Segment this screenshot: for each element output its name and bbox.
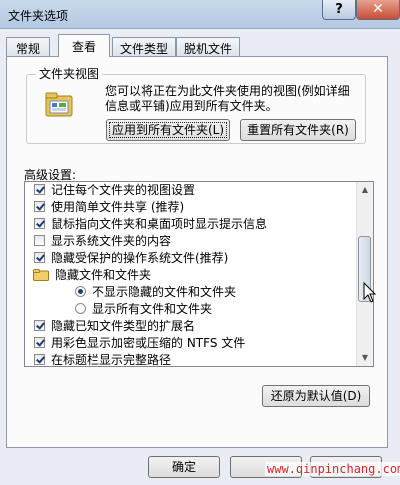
tab-offline-files[interactable]: 脱机文件: [176, 37, 240, 56]
watermark-text: www.qinpinchang.com: [265, 462, 400, 476]
setting-show-system-folder-contents[interactable]: 显示系统文件夹的内容: [25, 233, 358, 250]
setting-label: 显示所有文件和文件夹: [92, 302, 213, 316]
reset-all-folders-button[interactable]: 重置所有文件夹(R): [240, 119, 356, 141]
help-button[interactable]: ?: [322, 0, 356, 20]
scroll-down-icon[interactable]: ▼: [357, 350, 373, 366]
setting-full-path-title-bar[interactable]: 在标题栏显示完整路径: [25, 352, 358, 367]
checkbox-checked[interactable]: [34, 320, 45, 331]
folder-views-icon: [45, 92, 73, 117]
checkbox-checked[interactable]: [34, 218, 45, 229]
mouse-pointer-icon: [363, 282, 377, 303]
restore-defaults-button[interactable]: 还原为默认值(D): [262, 385, 370, 407]
close-button[interactable]: ✕: [356, 0, 400, 20]
folder-views-description: 您可以将正在为此文件夹使用的视图(例如详细信息或平铺)应用到所有文件夹。: [105, 84, 350, 113]
tab-general[interactable]: 常规: [6, 37, 50, 56]
folder-icon: [33, 269, 49, 281]
scroll-up-icon[interactable]: ▲: [357, 182, 373, 198]
setting-label: 隐藏文件和文件夹: [55, 268, 152, 282]
setting-label: 在标题栏显示完整路径: [51, 353, 172, 367]
setting-label: 使用简单文件共享 (推荐): [51, 200, 185, 214]
vertical-scrollbar[interactable]: ▲ ▼: [356, 182, 373, 366]
checkbox-checked[interactable]: [34, 184, 45, 195]
advanced-settings-list[interactable]: 记住每个文件夹的视图设置 使用简单文件共享 (推荐) 鼠标指向文件夹和桌面项时显…: [24, 181, 374, 367]
setting-hide-protected-os-files[interactable]: 隐藏受保护的操作系统文件(推荐): [25, 250, 358, 267]
setting-label: 鼠标指向文件夹和桌面项时显示提示信息: [51, 217, 268, 231]
window-title: 文件夹选项: [8, 9, 69, 23]
tab-file-types[interactable]: 文件类型: [112, 37, 176, 56]
radio-selected[interactable]: [75, 286, 86, 297]
ok-button[interactable]: 确定: [148, 456, 220, 478]
setting-simple-file-sharing[interactable]: 使用简单文件共享 (推荐): [25, 199, 358, 216]
tab-view[interactable]: 查看: [58, 34, 110, 57]
setting-label: 隐藏受保护的操作系统文件(推荐): [51, 251, 229, 265]
setting-show-all-files[interactable]: 显示所有文件和文件夹: [25, 301, 358, 318]
setting-show-popup-info[interactable]: 鼠标指向文件夹和桌面项时显示提示信息: [25, 216, 358, 233]
setting-hide-known-extensions[interactable]: 隐藏已知文件类型的扩展名: [25, 318, 358, 335]
setting-color-ntfs-files[interactable]: 用彩色显示加密或压缩的 NTFS 文件: [25, 335, 358, 352]
setting-label: 显示系统文件夹的内容: [51, 234, 172, 248]
setting-label: 记住每个文件夹的视图设置: [51, 183, 196, 197]
checkbox-checked[interactable]: [34, 201, 45, 212]
checkbox-checked[interactable]: [34, 252, 45, 263]
checkbox-unchecked[interactable]: [34, 235, 45, 246]
setting-group-hidden-files: 隐藏文件和文件夹: [25, 267, 358, 284]
radio-unselected[interactable]: [75, 303, 86, 314]
setting-label: 不显示隐藏的文件和文件夹: [92, 285, 237, 299]
title-bar: 文件夹选项 ? ✕: [0, 0, 400, 29]
setting-do-not-show-hidden[interactable]: 不显示隐藏的文件和文件夹: [25, 284, 358, 301]
apply-to-all-folders-button[interactable]: 应用到所有文件夹(L): [106, 119, 230, 141]
setting-label: 用彩色显示加密或压缩的 NTFS 文件: [51, 336, 246, 350]
setting-label: 隐藏已知文件类型的扩展名: [51, 319, 196, 333]
checkbox-checked[interactable]: [34, 337, 45, 348]
setting-remember-folder-view[interactable]: 记住每个文件夹的视图设置: [25, 182, 358, 199]
checkbox-checked[interactable]: [34, 354, 45, 365]
folder-views-label: 文件夹视图: [36, 65, 103, 82]
